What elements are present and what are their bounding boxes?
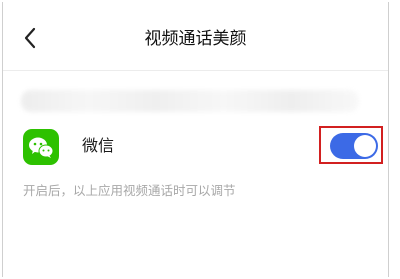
blurred-content (21, 90, 359, 112)
wechat-icon (23, 129, 59, 165)
app-setting-row[interactable]: 微信 (3, 120, 388, 172)
app-label: 微信 (82, 136, 115, 155)
top-bar: 视频通话美颜 (3, 2, 388, 71)
page-title: 视频通话美颜 (144, 29, 247, 49)
wechat-beauty-toggle[interactable] (330, 133, 378, 159)
screen: 视频通话美颜 微信 开启后，以上应用视频通话时可以调节 (2, 2, 389, 279)
empty-area (3, 207, 388, 279)
toggle-knob (354, 135, 376, 157)
hint-text: 开启后，以上应用视频通话时可以调节 (23, 183, 236, 198)
